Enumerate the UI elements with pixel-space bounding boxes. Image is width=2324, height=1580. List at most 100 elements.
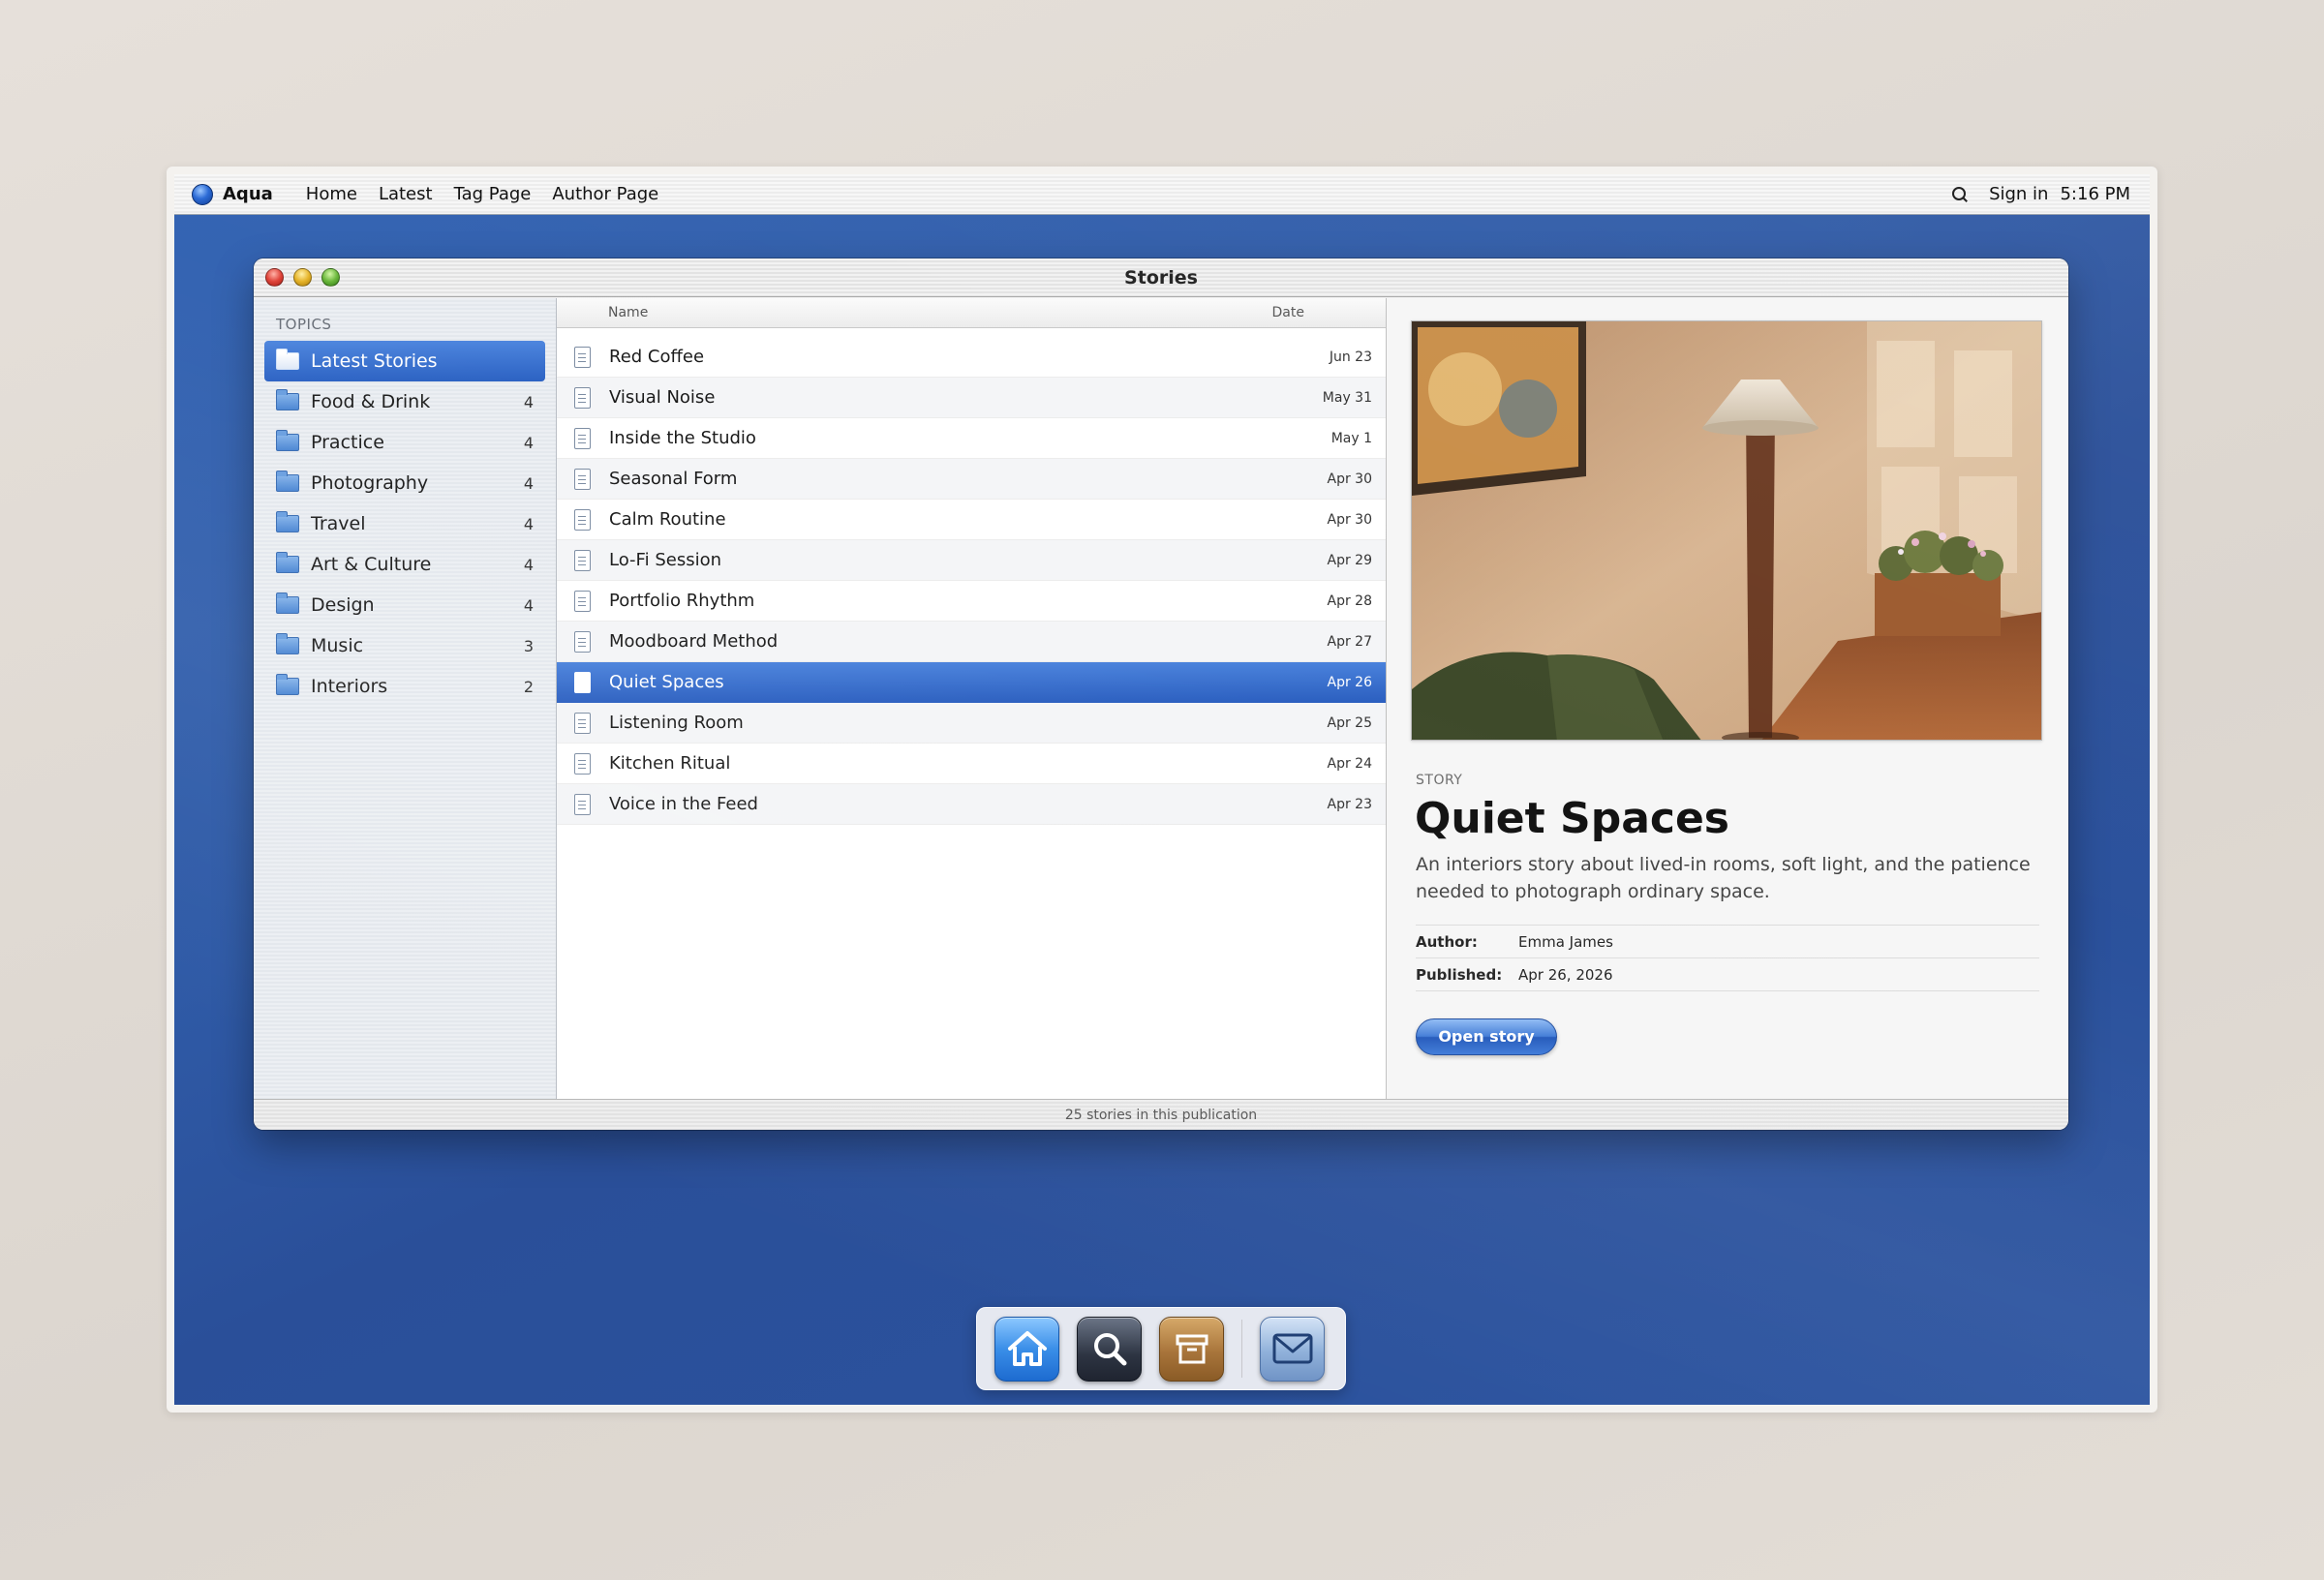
story-detail-pane: STORY Quiet Spaces An interiors story ab… [1387, 298, 2068, 1099]
table-row[interactable]: Moodboard Method Apr 27 [557, 622, 1386, 662]
topics-sidebar: TOPICS Latest Stories Food & Drink 4 Pra… [254, 298, 557, 1099]
meta-published-label: Published: [1416, 965, 1503, 984]
table-row[interactable]: Listening Room Apr 25 [557, 703, 1386, 744]
table-row[interactable]: Red Coffee Jun 23 [557, 337, 1386, 378]
table-row[interactable]: Calm Routine Apr 30 [557, 500, 1386, 540]
folder-icon [276, 430, 299, 451]
row-date: Jun 23 [1329, 349, 1372, 365]
row-name: Kitchen Ritual [609, 753, 731, 774]
row-name: Moodboard Method [609, 631, 779, 652]
menu-bar: Aqua Home Latest Tag Page Author Page Si… [174, 174, 2150, 215]
menu-author-page[interactable]: Author Page [552, 184, 658, 204]
sidebar-item-count: 2 [523, 677, 534, 696]
sidebar-item-label: Travel [311, 513, 366, 534]
detail-description: An interiors story about lived-in rooms,… [1416, 854, 2031, 902]
folder-icon [276, 511, 299, 532]
folder-icon [276, 592, 299, 614]
mail-icon[interactable] [1260, 1316, 1325, 1382]
row-name: Inside the Studio [609, 428, 756, 448]
document-icon [574, 386, 591, 409]
row-date: May 31 [1322, 389, 1372, 406]
sidebar-item-food-drink[interactable]: Food & Drink 4 [264, 381, 545, 422]
sign-in-link[interactable]: Sign in [1989, 184, 2048, 204]
story-list: Name Date Red Coffee Jun 23 Visual Noise M… [557, 298, 1387, 1099]
sidebar-item-count: 4 [523, 595, 534, 615]
row-name: Voice in the Feed [609, 794, 758, 814]
sidebar-item-design[interactable]: Design 4 [264, 585, 545, 625]
menu-latest[interactable]: Latest [379, 184, 433, 204]
folder-icon [276, 349, 299, 370]
sidebar-item-photography[interactable]: Photography 4 [264, 463, 545, 503]
window-titlebar[interactable]: Stories [254, 258, 2068, 297]
row-date: Apr 25 [1327, 714, 1372, 731]
sidebar-item-label: Design [311, 594, 375, 616]
table-row[interactable]: Visual Noise May 31 [557, 378, 1386, 418]
document-icon [574, 671, 591, 693]
sidebar-item-travel[interactable]: Travel 4 [264, 503, 545, 544]
row-name: Red Coffee [609, 347, 705, 367]
table-row[interactable]: Seasonal Form Apr 30 [557, 459, 1386, 500]
zoom-window-button[interactable] [321, 268, 340, 287]
sidebar-item-interiors[interactable]: Interiors 2 [264, 666, 545, 707]
row-name: Quiet Spaces [609, 672, 724, 692]
column-header-name[interactable]: Name [608, 305, 648, 320]
sidebar-item-label: Latest Stories [311, 350, 438, 372]
menu-home[interactable]: Home [306, 184, 357, 204]
window-controls [265, 268, 350, 287]
table-row[interactable]: Lo-Fi Session Apr 29 [557, 540, 1386, 581]
document-icon [574, 346, 591, 368]
document-icon [574, 549, 591, 571]
table-row[interactable]: Voice in the Feed Apr 23 [557, 784, 1386, 825]
document-icon [574, 427, 591, 449]
sidebar-item-practice[interactable]: Practice 4 [264, 422, 545, 463]
table-row-selected[interactable]: Quiet Spaces Apr 26 [557, 662, 1386, 703]
sidebar-item-music[interactable]: Music 3 [264, 625, 545, 666]
table-row[interactable]: Inside the Studio May 1 [557, 418, 1386, 459]
open-story-button[interactable]: Open story [1416, 1018, 1557, 1055]
archive-icon[interactable] [1159, 1316, 1224, 1382]
status-bar: 25 stories in this publication [254, 1099, 2068, 1130]
sidebar-item-label: Interiors [311, 676, 388, 697]
row-date: Apr 23 [1327, 796, 1372, 812]
table-row[interactable]: Portfolio Rhythm Apr 28 [557, 581, 1386, 622]
sidebar-item-label: Food & Drink [311, 391, 431, 412]
meta-author-label: Author: [1416, 932, 1478, 951]
app-name-menu[interactable]: Aqua [223, 184, 273, 204]
screen-frame: Aqua Home Latest Tag Page Author Page Si… [167, 167, 2157, 1413]
meta-published-row: Published: Apr 26, 2026 [1416, 958, 2039, 991]
meta-published-value: Apr 26, 2026 [1518, 965, 1613, 984]
folder-icon [276, 389, 299, 410]
window-title: Stories [1124, 266, 1198, 289]
list-header: Name Date [557, 298, 1386, 328]
sidebar-item-art-culture[interactable]: Art & Culture 4 [264, 544, 545, 585]
home-icon[interactable] [994, 1316, 1059, 1382]
sidebar-item-count: 3 [523, 636, 534, 655]
sidebar-item-count: 4 [523, 514, 534, 533]
sidebar-item-label: Art & Culture [311, 554, 432, 575]
row-date: Apr 30 [1327, 471, 1372, 487]
apple-logo-icon[interactable] [192, 183, 213, 205]
sidebar-heading: TOPICS [276, 316, 332, 333]
folder-icon [276, 471, 299, 492]
column-header-date[interactable]: Date [1272, 305, 1304, 320]
menu-bar-extras: Sign in 5:16 PM [1931, 184, 2130, 204]
menu-tag-page[interactable]: Tag Page [454, 184, 532, 204]
search-icon[interactable] [1077, 1316, 1142, 1382]
row-name: Seasonal Form [609, 469, 738, 489]
row-date: Apr 27 [1327, 633, 1372, 650]
close-window-button[interactable] [265, 268, 284, 287]
table-row[interactable]: Kitchen Ritual Apr 24 [557, 744, 1386, 784]
minimize-window-button[interactable] [293, 268, 312, 287]
sidebar-item-count: 4 [523, 392, 534, 411]
search-icon[interactable] [1952, 186, 1968, 202]
sidebar-item-latest-stories[interactable]: Latest Stories [264, 341, 545, 381]
document-icon [574, 712, 591, 734]
dock-separator [1241, 1320, 1242, 1378]
row-name: Lo-Fi Session [609, 550, 721, 570]
sidebar-item-label: Music [311, 635, 364, 656]
story-photo [1411, 320, 2042, 741]
row-name: Calm Routine [609, 509, 726, 530]
sidebar-item-label: Photography [311, 472, 429, 494]
stories-window: Stories TOPICS Latest Stories Food & Dri… [254, 258, 2068, 1130]
dock [976, 1307, 1346, 1390]
